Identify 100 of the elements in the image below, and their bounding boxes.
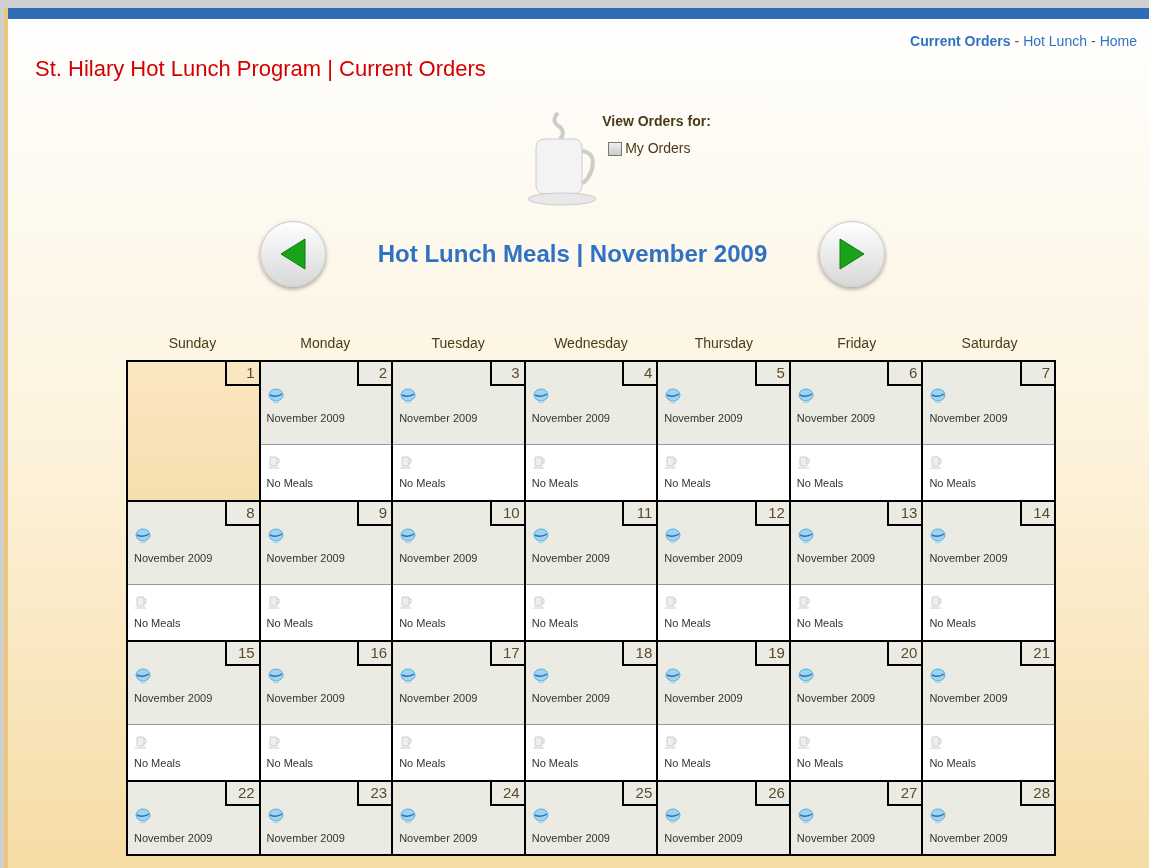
next-month-button[interactable] — [819, 221, 886, 287]
no-meals-label: No Meals — [399, 616, 447, 631]
globe-icon — [134, 668, 152, 684]
calendar-heading: Hot Lunch Meals | November 2009 — [377, 239, 768, 269]
month-label: November 2009 — [266, 411, 346, 426]
cup-icon — [266, 453, 281, 471]
weekday-header: Saturday — [960, 334, 1019, 353]
globe-icon — [266, 808, 285, 824]
no-meals-label: No Meals — [266, 476, 315, 491]
globe-icon — [531, 388, 550, 404]
globe-icon — [929, 668, 948, 684]
day-number: 21 — [1020, 642, 1054, 666]
no-meals-label: No Meals — [796, 476, 845, 491]
weekday-header: Sunday — [167, 334, 218, 353]
month-label: November 2009 — [399, 691, 479, 706]
month-label: November 2009 — [796, 691, 877, 706]
cup-icon — [531, 733, 546, 751]
nav-link[interactable]: Current Orders — [910, 31, 1011, 85]
month-label: November 2009 — [399, 551, 479, 566]
cup-icon — [399, 593, 414, 611]
cup-icon — [796, 593, 811, 611]
no-meals-label: No Meals — [399, 476, 447, 491]
no-meals-label: No Meals — [134, 616, 182, 631]
cup-icon — [929, 593, 944, 611]
cup-icon — [531, 593, 546, 611]
cup-icon — [266, 733, 281, 751]
globe-icon — [531, 528, 550, 544]
month-label: November 2009 — [399, 411, 479, 426]
globe-icon — [399, 388, 418, 404]
page-title: St. Hilary Hot Lunch Program | Current Orders — [35, 55, 486, 83]
weekday-header: Tuesday — [430, 334, 486, 353]
weekday-header: Monday — [299, 334, 352, 353]
no-meals-label: No Meals — [531, 756, 580, 771]
globe-icon — [266, 528, 285, 544]
month-label: November 2009 — [531, 691, 611, 706]
nav-link[interactable]: Home — [1099, 31, 1137, 85]
globe-icon — [399, 668, 418, 684]
nav-separator: - — [1090, 32, 1096, 51]
no-meals-label: No Meals — [664, 616, 712, 631]
nav-separator: - — [1014, 32, 1020, 51]
my-orders-checkbox[interactable] — [608, 141, 623, 156]
cup-icon — [664, 593, 679, 611]
globe-icon — [929, 388, 948, 404]
previous-month-button[interactable] — [259, 221, 326, 287]
cup-icon — [664, 453, 679, 471]
day-number: 28 — [1020, 782, 1054, 806]
no-meals-label: No Meals — [929, 756, 977, 771]
month-label: November 2009 — [664, 551, 744, 566]
weekday-header: Thursday — [693, 334, 755, 353]
no-meals-label: No Meals — [796, 616, 845, 631]
globe-icon — [796, 528, 815, 544]
cup-icon — [134, 593, 148, 611]
globe-icon — [929, 808, 948, 824]
no-meals-label: No Meals — [929, 616, 977, 631]
month-label: November 2009 — [929, 551, 1009, 566]
month-label: November 2009 — [929, 831, 1009, 846]
globe-icon — [266, 388, 285, 404]
no-meals-label: No Meals — [531, 476, 580, 491]
month-label: November 2009 — [266, 551, 346, 566]
globe-icon — [796, 388, 815, 404]
cup-icon — [796, 733, 811, 751]
globe-icon — [399, 528, 418, 544]
weekday-header: Friday — [836, 334, 878, 353]
no-meals-label: No Meals — [134, 756, 182, 771]
view-orders-label: View Orders for: — [602, 112, 711, 131]
cup-icon — [134, 733, 148, 751]
no-meals-label: No Meals — [266, 756, 315, 771]
globe-icon — [134, 528, 152, 544]
month-label: November 2009 — [664, 691, 744, 706]
month-label: November 2009 — [531, 551, 611, 566]
month-label: November 2009 — [266, 691, 346, 706]
my-orders-label: My Orders — [625, 139, 691, 158]
cup-icon — [266, 593, 281, 611]
cup-icon — [929, 453, 944, 471]
cup-icon — [796, 453, 811, 471]
cup-icon — [399, 733, 414, 751]
globe-icon — [664, 668, 683, 684]
no-meals-label: No Meals — [399, 756, 447, 771]
day-number: 7 — [1020, 362, 1054, 386]
no-meals-label: No Meals — [929, 476, 977, 491]
globe-icon — [266, 668, 285, 684]
month-label: November 2009 — [929, 691, 1009, 706]
cup-icon — [399, 453, 414, 471]
month-label: November 2009 — [531, 831, 611, 846]
nav-link[interactable]: Hot Lunch — [1023, 31, 1087, 85]
weekday-header: Wednesday — [553, 334, 629, 353]
month-label: November 2009 — [929, 411, 1009, 426]
globe-icon — [796, 668, 815, 684]
globe-icon — [531, 668, 550, 684]
month-label: November 2009 — [134, 551, 214, 566]
globe-icon — [796, 808, 815, 824]
month-label: November 2009 — [796, 551, 877, 566]
month-label: November 2009 — [399, 831, 479, 846]
cup-icon — [929, 733, 944, 751]
day-number: 14 — [1020, 502, 1054, 526]
cup-icon — [664, 733, 679, 751]
globe-icon — [134, 808, 152, 824]
month-label: November 2009 — [134, 691, 214, 706]
month-label: November 2009 — [531, 411, 611, 426]
globe-icon — [929, 528, 948, 544]
